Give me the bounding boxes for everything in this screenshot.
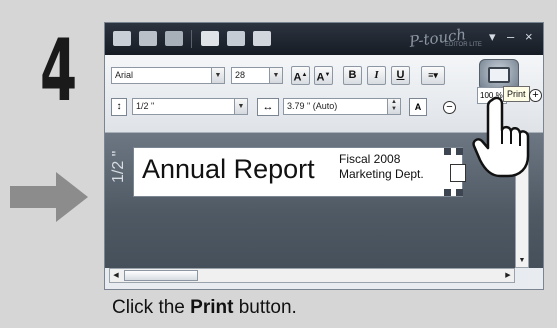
label-length-field[interactable]: 3.79 " (Auto) ▲ ▼ <box>283 98 401 115</box>
tape-width-icon: ↕ <box>111 98 127 116</box>
app-brand-subtitle: EDITOR LITE <box>445 42 482 48</box>
label-main-text[interactable]: Annual Report <box>142 154 315 185</box>
grow-font-button[interactable]: A▲ <box>291 66 310 85</box>
text-object-icon <box>450 164 466 182</box>
font-name-select[interactable]: Arial ▼ <box>111 67 225 84</box>
resize-handle[interactable] <box>444 148 451 155</box>
shrink-font-button[interactable]: A▼ <box>314 66 333 85</box>
tape-width-value: 1/2 " <box>136 101 155 111</box>
tape-size-indicator: 1/2 " <box>110 150 127 183</box>
zoom-out-button[interactable]: − <box>443 101 456 114</box>
pointing-hand-icon <box>472 96 530 178</box>
scroll-left-icon[interactable]: ◀ <box>110 269 122 282</box>
caption-text-after: button. <box>233 297 297 318</box>
label-preview[interactable]: Annual Report Fiscal 2008 Marketing Dept… <box>133 147 466 197</box>
horizontal-scrollbar[interactable]: ◀ ▶ <box>109 268 515 283</box>
italic-button[interactable]: I <box>367 66 386 85</box>
title-bar: P-touch EDITOR LITE ▾ – × <box>105 23 543 55</box>
chevron-down-icon[interactable]: ▼ <box>234 99 247 114</box>
toolbar-separator <box>191 30 192 48</box>
arrow-right-icon <box>10 172 88 222</box>
scroll-right-icon[interactable]: ▶ <box>502 269 514 282</box>
label-line-2[interactable]: Marketing Dept. <box>339 167 424 181</box>
resize-handle[interactable] <box>456 189 463 196</box>
open-folder-icon[interactable] <box>139 31 157 46</box>
insert-frame-icon[interactable] <box>227 31 245 46</box>
font-size-select[interactable]: 28 ▼ <box>231 67 283 84</box>
bold-button[interactable]: B <box>343 66 362 85</box>
fit-text-icon[interactable]: A <box>409 98 427 116</box>
label-line-1[interactable]: Fiscal 2008 <box>339 152 400 166</box>
chevron-down-icon[interactable]: ▼ <box>269 68 282 83</box>
close-button[interactable]: × <box>525 29 533 45</box>
menu-dropdown-icon[interactable]: ▾ <box>489 29 496 45</box>
shrink-font-label: A <box>316 71 325 84</box>
insert-text-icon[interactable] <box>201 31 219 46</box>
font-name-value: Arial <box>115 70 134 80</box>
instruction-caption: Click the Print button. <box>112 297 297 319</box>
chevron-down-icon[interactable]: ▼ <box>211 68 224 83</box>
label-length-value: 3.79 " (Auto) <box>287 101 338 111</box>
resize-grip-icon[interactable] <box>529 268 543 283</box>
align-left-icon: ≡▾ <box>428 70 438 80</box>
scroll-down-icon[interactable]: ▼ <box>516 254 528 267</box>
resize-handle[interactable] <box>444 189 451 196</box>
caption-bold-text: Print <box>190 297 234 318</box>
font-size-value: 28 <box>235 70 246 80</box>
scrollbar-thumb[interactable] <box>124 270 198 281</box>
alignment-button[interactable]: ≡▾ <box>421 66 445 85</box>
underline-button[interactable]: U <box>391 66 410 85</box>
resize-handle[interactable] <box>456 148 463 155</box>
minimize-button[interactable]: – <box>507 29 514 45</box>
spinner-icon[interactable]: ▲ ▼ <box>387 99 400 114</box>
tape-width-select[interactable]: 1/2 " ▼ <box>132 98 248 115</box>
printer-icon <box>488 67 510 83</box>
save-icon[interactable] <box>165 31 183 46</box>
caption-text-before: Click the <box>112 297 191 318</box>
insert-image-icon[interactable] <box>253 31 271 46</box>
label-length-icon: ↔ <box>257 98 279 116</box>
step-number: 4 <box>40 21 77 121</box>
grow-font-label: A <box>293 71 302 84</box>
new-label-icon[interactable] <box>113 31 131 46</box>
